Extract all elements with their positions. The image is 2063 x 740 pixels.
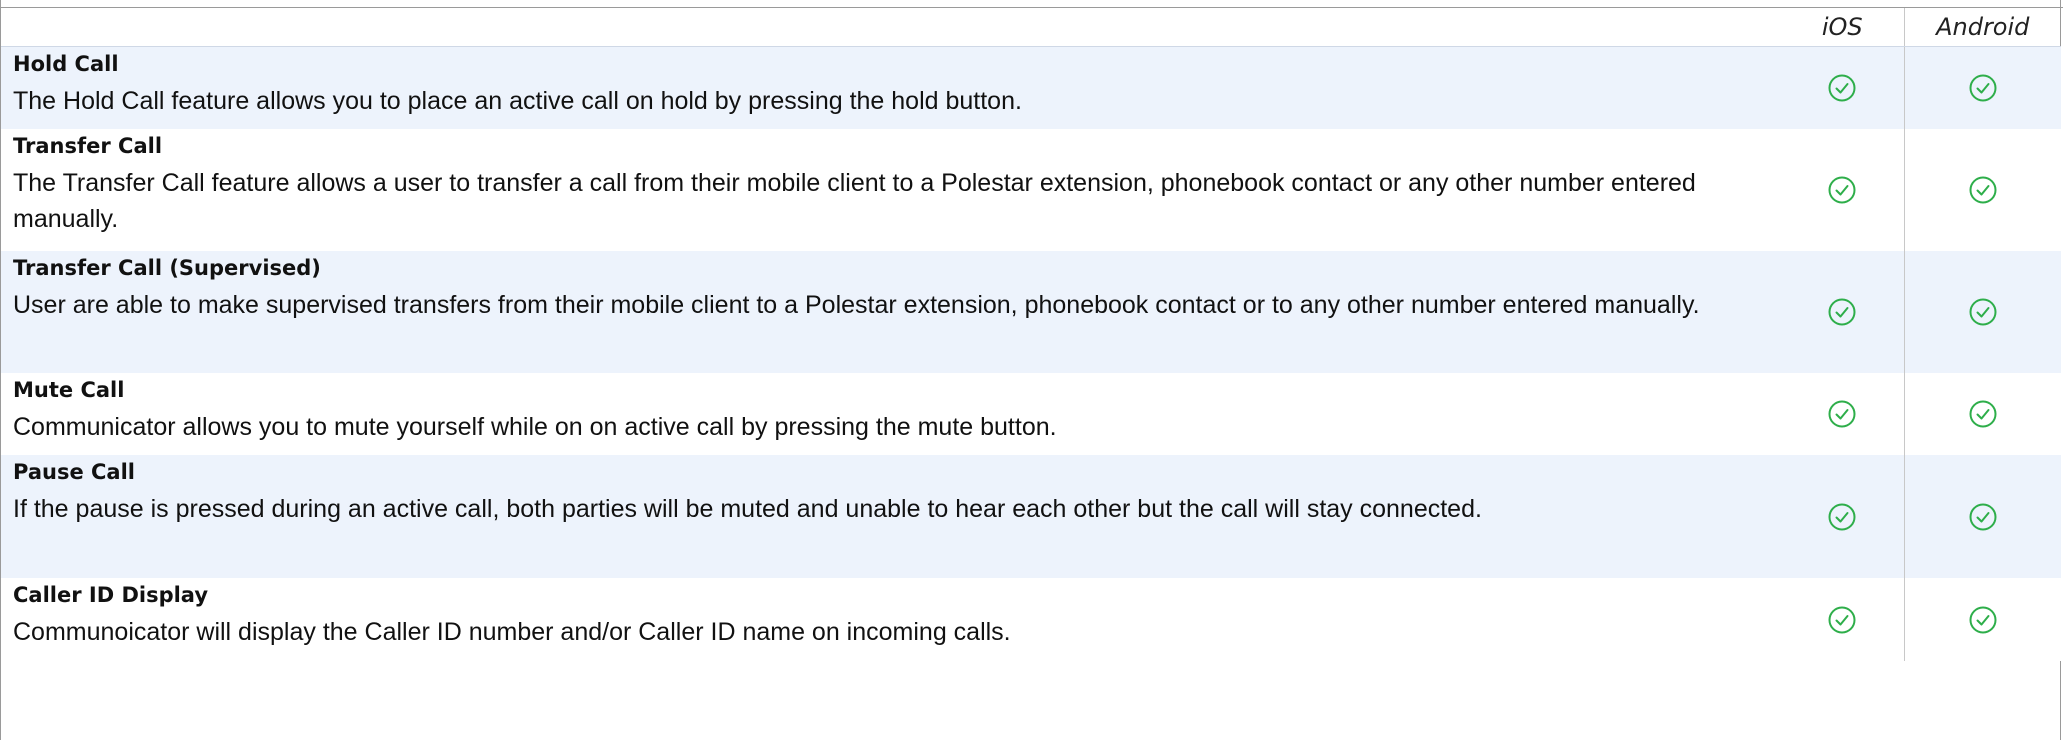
ios-support-cell	[1781, 46, 1905, 129]
table-row: Transfer Call (Supervised) User are able…	[1, 251, 2061, 373]
header-android: Android	[1904, 8, 2061, 47]
ios-support-cell	[1781, 373, 1905, 455]
header-row: iOS Android	[1, 8, 2061, 47]
feature-description: Communoicator will display the Caller ID…	[13, 618, 1011, 646]
table-row: Caller ID Display Communoicator will dis…	[1, 578, 2061, 661]
feature-description: User are able to make supervised transfe…	[13, 291, 1700, 319]
feature-name: Pause Call	[13, 460, 135, 484]
feature-description: The Hold Call feature allows you to plac…	[13, 87, 1022, 115]
feature-name: Transfer Call	[13, 134, 163, 158]
check-circle-icon	[1968, 73, 1998, 103]
ios-support-cell	[1781, 251, 1905, 373]
feature-support-table: iOS Android Hold Call The Hold Call feat…	[1, 8, 2061, 661]
feature-cell: Hold Call The Hold Call feature allows y…	[1, 47, 1781, 130]
feature-description: If the pause is pressed during an active…	[13, 495, 1482, 523]
ios-support-cell	[1781, 578, 1905, 661]
feature-cell: Pause Call If the pause is pressed durin…	[1, 455, 1781, 578]
check-circle-icon	[1968, 297, 1998, 327]
feature-cell: Mute Call Communicator allows you to mut…	[1, 373, 1781, 455]
check-circle-icon	[1827, 605, 1857, 635]
table-row: Hold Call The Hold Call feature allows y…	[1, 46, 2061, 130]
check-circle-icon	[1968, 502, 1998, 532]
android-support-cell	[1904, 129, 2061, 251]
android-support-cell	[1904, 251, 2061, 373]
check-circle-icon	[1827, 73, 1857, 103]
check-circle-icon	[1968, 399, 1998, 429]
header-ios: iOS	[1781, 8, 1905, 47]
ios-support-cell	[1781, 455, 1905, 578]
check-circle-icon	[1968, 175, 1998, 205]
android-support-cell	[1904, 373, 2061, 455]
table-row: Mute Call Communicator allows you to mut…	[1, 373, 2061, 455]
android-support-cell	[1904, 455, 2061, 578]
check-circle-icon	[1827, 175, 1857, 205]
feature-description: Communicator allows you to mute yourself…	[13, 413, 1057, 441]
table-body: Hold Call The Hold Call feature allows y…	[1, 46, 2061, 661]
feature-name: Transfer Call (Supervised)	[13, 256, 321, 280]
feature-name: Hold Call	[13, 52, 119, 76]
check-circle-icon	[1968, 605, 1998, 635]
feature-description: The Transfer Call feature allows a user …	[13, 169, 1696, 233]
check-circle-icon	[1827, 502, 1857, 532]
android-support-cell	[1904, 578, 2061, 661]
feature-name: Mute Call	[13, 378, 125, 402]
android-support-cell	[1904, 47, 2061, 130]
check-circle-icon	[1827, 399, 1857, 429]
feature-cell: Transfer Call The Transfer Call feature …	[1, 129, 1781, 251]
table-row: Transfer Call The Transfer Call feature …	[1, 129, 2061, 251]
feature-cell: Transfer Call (Supervised) User are able…	[1, 251, 1781, 373]
ios-support-cell	[1781, 129, 1905, 251]
header-feature	[1, 8, 1781, 47]
table-row: Pause Call If the pause is pressed durin…	[1, 455, 2061, 578]
feature-name: Caller ID Display	[13, 583, 209, 607]
check-circle-icon	[1827, 297, 1857, 327]
table-header: iOS Android	[1, 8, 2061, 47]
feature-cell: Caller ID Display Communoicator will dis…	[1, 578, 1781, 661]
